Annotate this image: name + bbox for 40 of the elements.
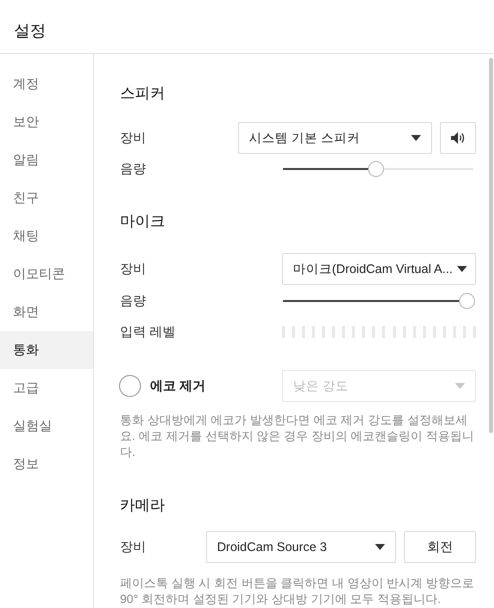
sidebar-item[interactable]: 계정 (0, 65, 93, 103)
sidebar-item[interactable]: 정보 (0, 445, 93, 483)
sidebar-item[interactable]: 고급 (0, 369, 93, 407)
rotate-button[interactable]: 회전 (404, 531, 476, 563)
camera-note: 페이스톡 실행 시 회전 버튼을 클릭하면 내 영상이 반시계 방향으로 90° 회전하며 설정된 기기와 상대방 기기에 모두 적용됩니다. (120, 575, 476, 607)
dropdown[interactable]: 시스템 기본 스피커 (238, 122, 432, 154)
caret-icon (411, 135, 421, 141)
field-label: 장비 (120, 260, 147, 278)
caret-icon (375, 544, 385, 550)
section-heading: 마이크 (120, 212, 166, 232)
caret-icon (455, 383, 465, 389)
slider-thumb[interactable] (368, 161, 384, 177)
sidebar-item[interactable]: 보안 (0, 103, 93, 141)
window-title: 설정 (14, 22, 46, 42)
caret-icon (456, 266, 467, 272)
volume-slider[interactable] (283, 293, 473, 309)
echo-radio[interactable] (119, 375, 141, 397)
echo-note: 통화 상대방에게 에코가 발생한다면 에코 제거 강도를 설정해보세요. 에코 제거를 선택하지 않은 경우 장비의 에코캔슬링이 적용됩니다. (120, 412, 476, 460)
speaker-icon (451, 132, 465, 144)
dropdown[interactable]: 마이크(DroidCam Virtual A... (282, 253, 476, 285)
sidebar-item[interactable]: 화면 (0, 293, 93, 331)
section-heading: 카메라 (120, 496, 166, 516)
sidebar-item[interactable]: 알림 (0, 141, 93, 179)
section-heading: 스피커 (120, 84, 166, 104)
slider-thumb[interactable] (459, 293, 476, 309)
sidebar-item[interactable]: 실험실 (0, 407, 93, 445)
field-label: 장비 (120, 129, 147, 148)
echo-label: 에코 제거 (150, 377, 206, 396)
field-label: 음량 (120, 292, 147, 310)
field-label: 음량 (120, 160, 147, 178)
dropdown[interactable]: DroidCam Source 3 (206, 531, 396, 563)
scrollbar[interactable] (489, 58, 493, 433)
sidebar-item[interactable]: 이모티콘 (0, 255, 93, 293)
sidebar-item[interactable]: 채팅 (0, 217, 93, 255)
field-label: 장비 (120, 538, 147, 556)
volume-slider[interactable] (283, 161, 473, 177)
field-label: 입력 레벨 (120, 323, 177, 342)
sidebar-item[interactable]: 통화 (0, 331, 93, 369)
speaker-test-button[interactable] (440, 122, 476, 154)
sidebar-item[interactable]: 친구 (0, 179, 93, 217)
